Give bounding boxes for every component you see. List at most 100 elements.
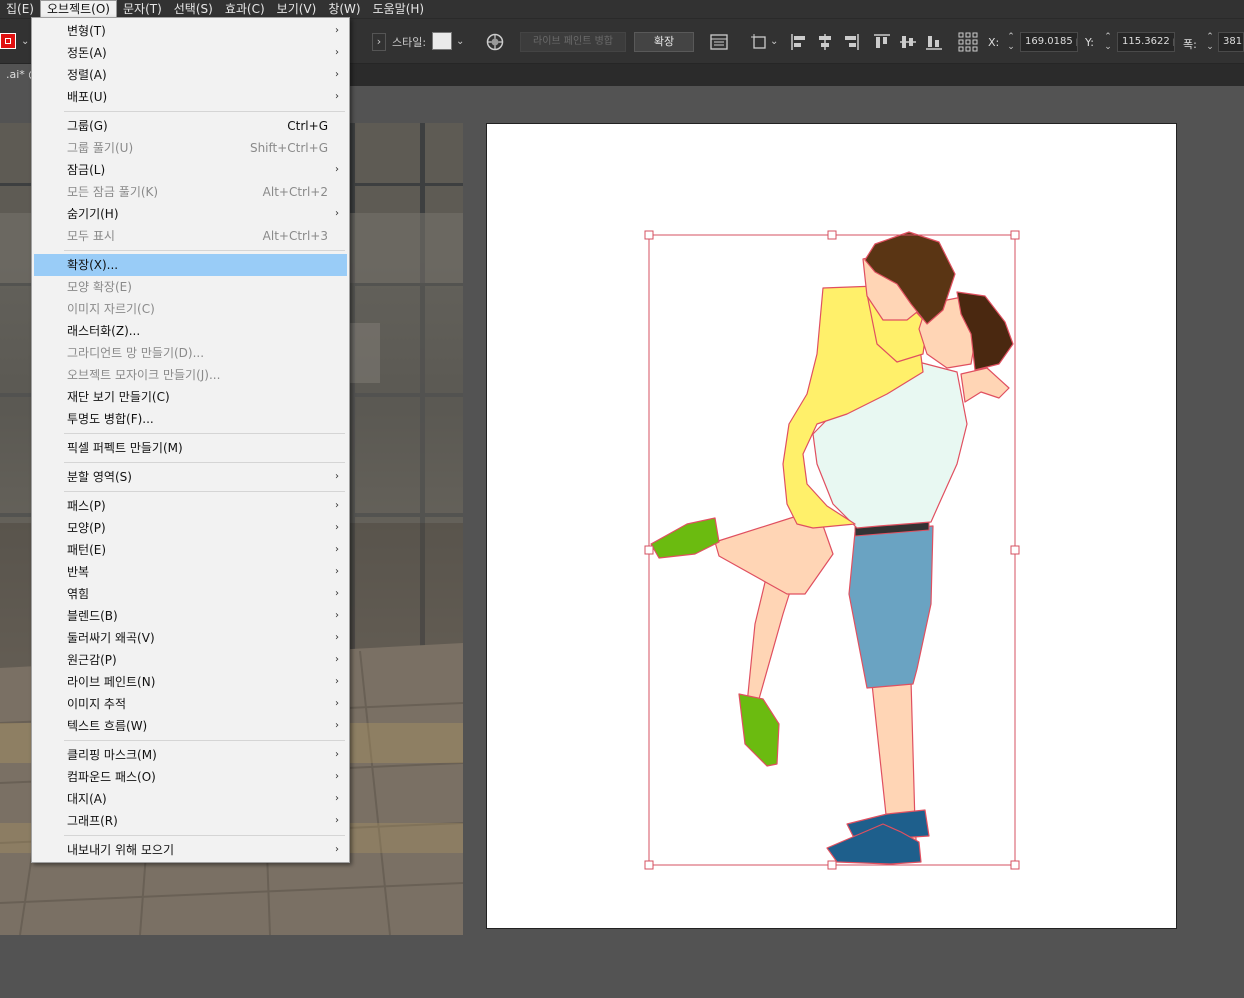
menu-item[interactable]: 텍스트 흐름(W) ›	[34, 715, 347, 737]
menu-item-label: 반복	[67, 565, 90, 579]
menu-item[interactable]: 블렌드(B) ›	[34, 605, 347, 627]
menu-item[interactable]: 둘러싸기 왜곡(V) ›	[34, 627, 347, 649]
align-right-icon[interactable]	[841, 32, 861, 52]
y-field[interactable]: 115.3622 p	[1117, 32, 1175, 52]
menu-separator	[64, 433, 345, 434]
artboard[interactable]	[486, 123, 1177, 929]
submenu-arrow-icon: ›	[335, 47, 339, 58]
menu-item-label: 픽셀 퍼펙트 만들기(M)	[67, 441, 183, 455]
menu-item[interactable]: 반복 ›	[34, 561, 347, 583]
menu-item: 모양 확장(E)	[34, 276, 347, 298]
fill-color-swatch[interactable]	[0, 33, 16, 49]
menu-help[interactable]: 도움말(H)	[367, 0, 431, 18]
menu-item-label: 정돈(A)	[67, 46, 107, 60]
transform-icon[interactable]	[750, 32, 770, 52]
menu-item[interactable]: 변형(T) ›	[34, 20, 347, 42]
woman-back-shoe	[738, 693, 780, 767]
menu-item[interactable]: 엮힘 ›	[34, 583, 347, 605]
reference-point-icon[interactable]	[958, 32, 978, 52]
menu-item: 이미지 자르기(C)	[34, 298, 347, 320]
menu-item[interactable]: 숨기기(H) ›	[34, 203, 347, 225]
x-stepper-icon[interactable]: ⌃ ⌄	[1006, 32, 1016, 52]
menu-item[interactable]: 배포(U) ›	[34, 86, 347, 108]
submenu-arrow-icon: ›	[335, 844, 339, 855]
width-stepper-icon[interactable]: ⌃ ⌄	[1205, 32, 1215, 52]
menu-view[interactable]: 보기(V)	[271, 0, 323, 18]
recolor-artwork-icon[interactable]	[485, 32, 505, 52]
menu-item[interactable]: 이미지 추적 ›	[34, 693, 347, 715]
properties-panel-icon[interactable]	[709, 32, 729, 52]
menu-item-label: 모두 표시	[67, 229, 115, 243]
menu-item[interactable]: 대지(A) ›	[34, 788, 347, 810]
menu-select[interactable]: 선택(S)	[168, 0, 219, 18]
x-label: X:	[988, 36, 1000, 49]
menu-item-label: 분할 영역(S)	[67, 470, 132, 484]
transform-dropdown-icon[interactable]: ⌄	[770, 36, 778, 47]
style-dropdown-icon[interactable]: ⌄	[456, 36, 464, 47]
menu-item-label: 확장(X)...	[67, 258, 119, 272]
style-swatch[interactable]	[432, 32, 452, 50]
fill-dropdown-icon[interactable]: ⌄	[21, 36, 29, 47]
menu-item-label: 모양 확장(E)	[67, 280, 132, 294]
menu-item[interactable]: 픽셀 퍼펙트 만들기(M)	[34, 437, 347, 459]
menu-item: 오브젝트 모자이크 만들기(J)...	[34, 364, 347, 386]
submenu-arrow-icon: ›	[335, 698, 339, 709]
submenu-arrow-icon: ›	[335, 500, 339, 511]
menu-item[interactable]: 클리핑 마스크(M) ›	[34, 744, 347, 766]
align-center-icon[interactable]	[815, 32, 835, 52]
submenu-arrow-icon: ›	[335, 25, 339, 36]
menu-item-label: 원근감(P)	[67, 653, 117, 667]
menu-item-label: 그라디언트 망 만들기(D)...	[67, 346, 205, 360]
align-middle-icon[interactable]	[898, 32, 918, 52]
menu-item[interactable]: 패스(P) ›	[34, 495, 347, 517]
submenu-arrow-icon: ›	[335, 471, 339, 482]
expand-button[interactable]: 확장	[634, 32, 694, 52]
menu-item-shortcut: Shift+Ctrl+G	[249, 141, 328, 155]
menu-item[interactable]: 내보내기 위해 모으기 ›	[34, 839, 347, 861]
menu-item[interactable]: 패턴(E) ›	[34, 539, 347, 561]
menu-item-label: 엮힘	[67, 587, 90, 601]
menu-item[interactable]: 래스터화(Z)...	[34, 320, 347, 342]
menu-item[interactable]: 투명도 병합(F)...	[34, 408, 347, 430]
width-field[interactable]: 381.	[1218, 32, 1244, 52]
menu-edit[interactable]: 집(E)	[0, 0, 40, 18]
submenu-arrow-icon: ›	[335, 720, 339, 731]
menu-item[interactable]: 모양(P) ›	[34, 517, 347, 539]
x-field[interactable]: 169.0185 p	[1020, 32, 1078, 52]
menu-item[interactable]: 컴파운드 패스(O) ›	[34, 766, 347, 788]
menu-item[interactable]: 분할 영역(S) ›	[34, 466, 347, 488]
submenu-arrow-icon: ›	[335, 632, 339, 643]
menu-item-label: 텍스트 흐름(W)	[67, 719, 148, 733]
width-label: 폭:	[1183, 38, 1197, 51]
y-stepper-icon[interactable]: ⌃ ⌄	[1103, 32, 1113, 52]
menu-item[interactable]: 재단 보기 만들기(C)	[34, 386, 347, 408]
menu-type[interactable]: 문자(T)	[117, 0, 168, 18]
menu-item-label: 이미지 자르기(C)	[67, 302, 155, 316]
menu-window[interactable]: 창(W)	[322, 0, 366, 18]
menu-item[interactable]: 원근감(P) ›	[34, 649, 347, 671]
menu-item-label: 잠금(L)	[67, 163, 106, 177]
submenu-arrow-icon: ›	[335, 91, 339, 102]
menu-item[interactable]: 정돈(A) ›	[34, 42, 347, 64]
menu-item-label: 투명도 병합(F)...	[67, 412, 154, 426]
submenu-arrow-icon: ›	[335, 164, 339, 175]
menu-item[interactable]: 확장(X)...	[34, 254, 347, 276]
chevron-right-icon[interactable]: ›	[372, 33, 386, 51]
y-label: Y:	[1085, 36, 1094, 49]
menu-bar: 집(E) 오브젝트(O) 문자(T) 선택(S) 효과(C) 보기(V) 창(W…	[0, 0, 1244, 18]
menu-item[interactable]: 라이브 페인트(N) ›	[34, 671, 347, 693]
menu-item[interactable]: 그래프(R) ›	[34, 810, 347, 832]
menu-item[interactable]: 그룹(G) Ctrl+G	[34, 115, 347, 137]
align-left-icon[interactable]	[789, 32, 809, 52]
align-top-icon[interactable]	[872, 32, 892, 52]
align-bottom-icon[interactable]	[924, 32, 944, 52]
menu-separator	[64, 740, 345, 741]
menu-object[interactable]: 오브젝트(O)	[40, 0, 117, 18]
menu-item[interactable]: 정렬(A) ›	[34, 64, 347, 86]
couple-illustration[interactable]	[487, 124, 1178, 930]
menu-item-label: 모든 잠금 풀기(K)	[67, 185, 159, 199]
menu-item-label: 대지(A)	[67, 792, 107, 806]
menu-item[interactable]: 잠금(L) ›	[34, 159, 347, 181]
menu-effect[interactable]: 효과(C)	[219, 0, 271, 18]
menu-item-label: 이미지 추적	[67, 697, 127, 711]
